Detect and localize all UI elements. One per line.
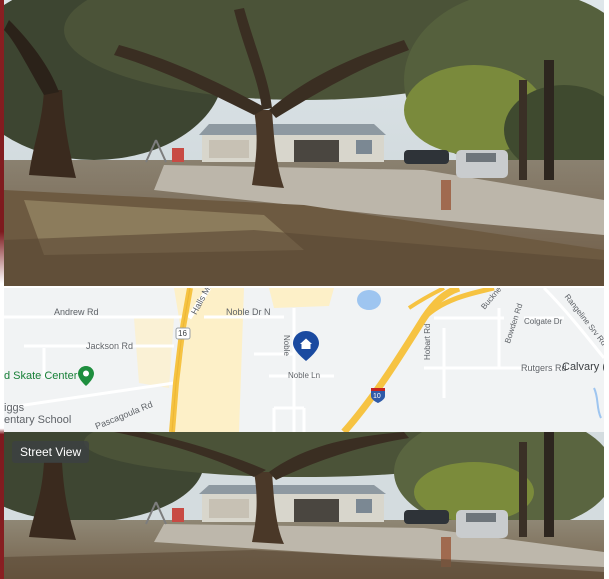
place-pin-icon[interactable] [78, 366, 94, 386]
road-label-colgate: Colgate Dr [524, 317, 563, 326]
street-photo-top[interactable] [4, 0, 604, 286]
road-label-noble-dr-n: Noble Dr N [226, 307, 271, 317]
home-pin-icon[interactable] [293, 331, 319, 361]
street-view-button[interactable]: Street View [12, 441, 90, 463]
road-label-rutgers: Rutgers Rd [521, 363, 567, 373]
road-label-andrew: Andrew Rd [54, 307, 99, 317]
shield-route-16: 16 [178, 329, 187, 338]
road-label-noble-ln: Noble Ln [288, 371, 321, 380]
street-photo-bottom[interactable] [4, 432, 604, 579]
road-label-jackson: Jackson Rd [86, 341, 134, 351]
street-photo-bottom-image [4, 432, 604, 579]
place-label-skate-center[interactable]: d Skate Center [4, 371, 77, 382]
place-label-calvary[interactable]: Calvary ( [562, 362, 604, 373]
road-label-noble-vertical: Noble [282, 335, 291, 356]
map-view[interactable]: 16 10 Andrew Rd Halls Mill Rd Noble Dr N… [4, 288, 604, 432]
road-label-hobart: Hobart Rd [423, 323, 432, 360]
shield-interstate-10: 10 [373, 393, 381, 400]
place-label-school-line2[interactable]: entary School [4, 415, 71, 426]
place-label-school-line1[interactable]: iggs [4, 403, 24, 414]
street-photo-top-image [4, 0, 604, 286]
